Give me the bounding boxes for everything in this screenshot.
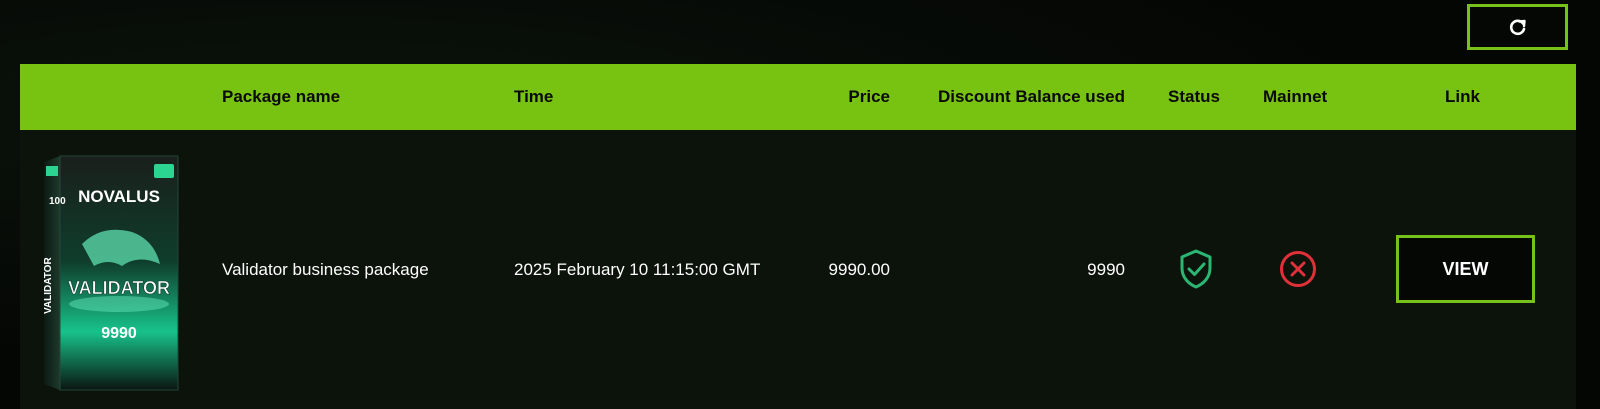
svg-text:100: 100 [49,196,66,207]
shield-check-icon [1180,249,1212,289]
svg-text:NOVALUS: NOVALUS [78,187,160,206]
price-cell: 9990.00 [828,260,890,279]
column-header-package-name: Package name [222,87,341,106]
table-row: 100 NOVALUS VALIDATOR 9990 VALIDATOR Val… [20,130,1576,409]
column-header-price: Price [848,87,890,106]
page: Package name Time Price Discount Balance… [0,0,1600,409]
status-cell [1178,248,1214,295]
column-header-mainnet: Mainnet [1263,87,1328,106]
x-circle-icon [1280,251,1316,287]
discount-balance-used-cell: 9990 [1087,260,1125,279]
column-header-time: Time [514,87,554,106]
svg-text:VALIDATOR: VALIDATOR [68,278,170,298]
svg-text:VALIDATOR: VALIDATOR [43,257,54,314]
column-header-discount-balance-used: Discount Balance used [937,87,1125,106]
column-header-status: Status [1168,87,1220,106]
svg-text:9990: 9990 [101,325,137,342]
packages-table: Package name Time Price Discount Balance… [20,64,1576,409]
refresh-icon [1509,19,1526,36]
view-button[interactable]: VIEW [1396,235,1535,303]
mainnet-cell [1277,248,1319,295]
time-cell: 2025 February 10 11:15:00 GMT [514,260,761,279]
table-header: Package name Time Price Discount Balance… [20,64,1576,130]
package-thumbnail: 100 NOVALUS VALIDATOR 9990 VALIDATOR [43,155,179,391]
package-name-cell: Validator business package [222,260,429,279]
column-header-link: Link [1445,87,1480,106]
refresh-button[interactable] [1467,4,1568,50]
